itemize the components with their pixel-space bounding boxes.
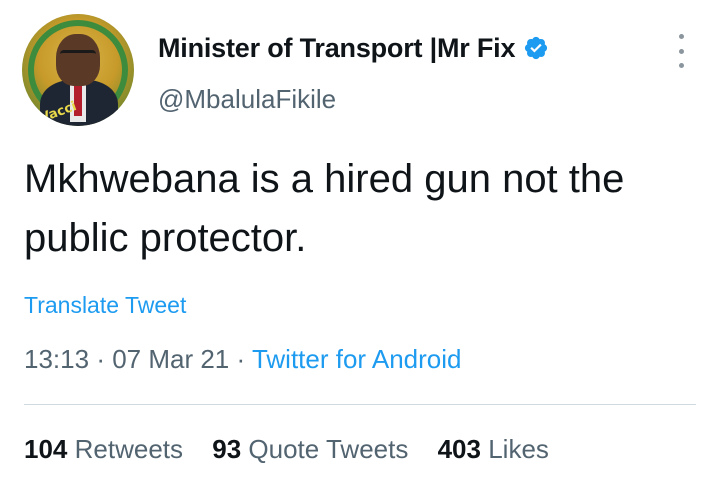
tweet-detail: #Vacci Minister of Transport |Mr Fix @Mb… — [0, 0, 720, 494]
tweet-time[interactable]: 13:13 — [24, 344, 89, 374]
tweet-date[interactable]: 07 Mar 21 — [112, 344, 229, 374]
likes-stat[interactable]: 403 Likes — [438, 434, 549, 464]
author-name-row[interactable]: Minister of Transport |Mr Fix — [158, 30, 549, 66]
more-dot — [678, 48, 684, 54]
quote-tweets-label: Quote Tweets — [248, 434, 409, 464]
tweet-text: Mkhwebana is a hired gun not the public … — [24, 157, 625, 260]
author-handle[interactable]: @MbalulaFikile — [158, 84, 336, 115]
quote-tweets-stat[interactable]: 93 Quote Tweets — [212, 434, 408, 464]
meta-separator: · — [96, 344, 113, 374]
likes-count: 403 — [437, 434, 481, 464]
retweets-count: 104 — [24, 434, 68, 464]
more-options-icon[interactable] — [674, 34, 688, 68]
verified-badge-icon — [525, 36, 548, 60]
divider — [24, 404, 696, 405]
retweets-stat[interactable]: 104 Retweets — [24, 434, 183, 464]
avatar-glasses — [60, 50, 96, 62]
more-dot — [678, 34, 684, 39]
translate-tweet-link[interactable]: Translate Tweet — [24, 292, 186, 319]
likes-label: Likes — [488, 434, 549, 464]
tweet-stats: 104 Retweets 93 Quote Tweets 403 Likes — [24, 434, 571, 465]
more-dot — [678, 63, 684, 68]
display-name[interactable]: Minister of Transport |Mr Fix — [158, 33, 515, 64]
meta-separator: · — [236, 344, 252, 374]
retweets-label: Retweets — [74, 434, 184, 464]
quote-tweets-count: 93 — [212, 434, 242, 464]
tweet-source[interactable]: Twitter for Android — [252, 344, 462, 374]
avatar[interactable]: #Vacci — [22, 14, 134, 126]
tweet-meta: 13:13 · 07 Mar 21 · Twitter for Android — [24, 344, 461, 375]
